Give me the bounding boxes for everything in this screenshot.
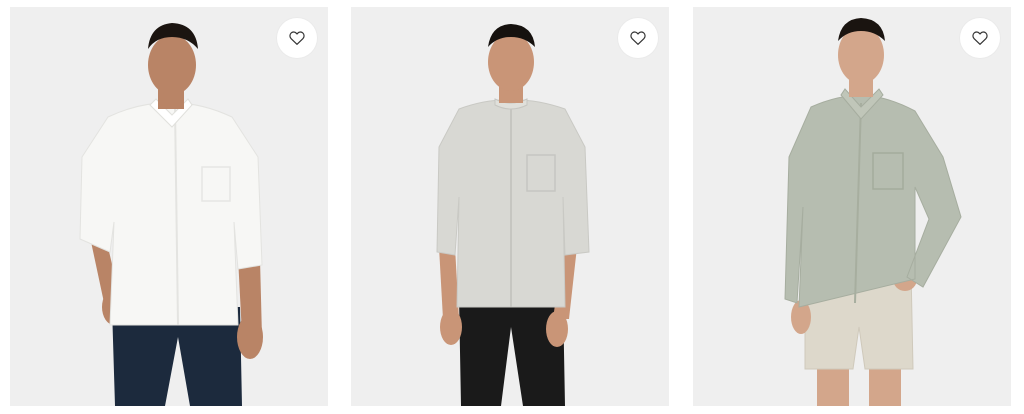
product-grid	[0, 0, 1024, 414]
product-card[interactable]	[693, 7, 1011, 406]
favorite-button[interactable]	[618, 18, 658, 58]
product-card[interactable]	[351, 7, 669, 406]
favorite-button[interactable]	[960, 18, 1000, 58]
heart-icon	[630, 31, 646, 45]
heart-icon	[972, 31, 988, 45]
product-card[interactable]	[10, 7, 328, 406]
product-image[interactable]	[10, 7, 328, 406]
product-image[interactable]	[693, 7, 1011, 406]
product-image[interactable]	[351, 7, 669, 406]
heart-icon	[289, 31, 305, 45]
favorite-button[interactable]	[277, 18, 317, 58]
